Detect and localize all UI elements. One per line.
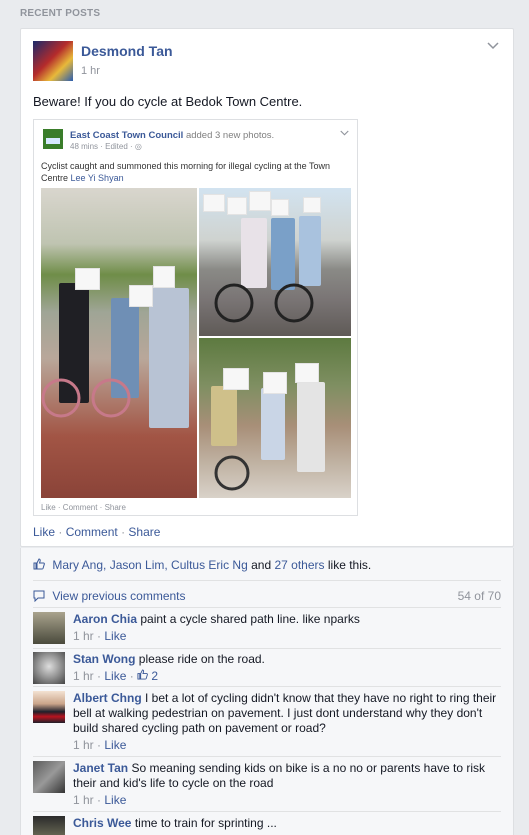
divider [33, 580, 501, 581]
commenter-avatar[interactable] [33, 652, 65, 684]
person-figure [297, 382, 325, 472]
commenter-name[interactable]: Aaron Chia [73, 612, 137, 626]
blurred-face [153, 266, 175, 288]
author-avatar[interactable] [33, 41, 73, 81]
blurred-face [295, 363, 319, 383]
divider [33, 686, 501, 687]
comment-text: So meaning sending kids on bike is a no … [73, 761, 486, 790]
shared-meta: 48 mins · Edited · ◎ [70, 142, 142, 151]
blurred-face [129, 285, 153, 307]
shared-action: added 3 new photos. [185, 130, 275, 141]
bicycle [214, 455, 250, 491]
shared-header: East Coast Town Council added 3 new phot… [70, 130, 274, 141]
comment-body: Stan Wong please ride on the road. 1 hr … [73, 652, 503, 684]
blurred-face [271, 199, 289, 216]
like-link[interactable]: Like [33, 525, 55, 539]
commenter-avatar[interactable] [33, 761, 65, 793]
comment-bubble-icon [33, 590, 45, 603]
post-card: Desmond Tan 1 hr Beware! If you do cycle… [20, 28, 514, 547]
comment-body: Albert Chng I bet a lot of cycling didn'… [73, 691, 503, 753]
comment-time[interactable]: 1 hr [73, 629, 94, 643]
blurred-face [203, 194, 225, 212]
comment-count: 54 of 70 [457, 589, 501, 603]
comment-meta: 1 hr · Like · 2 [73, 669, 159, 683]
commenter-name[interactable]: Albert Chng [73, 691, 142, 705]
thumbs-up-icon [33, 558, 45, 570]
comment-time[interactable]: 1 hr [73, 793, 94, 807]
chevron-down-icon[interactable] [487, 39, 501, 53]
commenter-name[interactable]: Stan Wong [73, 652, 135, 666]
thumbs-up-icon [137, 669, 151, 683]
comment-time[interactable]: 1 hr [73, 669, 94, 683]
comment-like-link[interactable]: Like [104, 669, 126, 683]
comment-meta: 1 hr · Like [73, 629, 127, 643]
bicycle [41, 378, 131, 418]
shared-post[interactable]: East Coast Town Council added 3 new phot… [33, 119, 358, 516]
comment-meta: 1 hr · Like [73, 738, 127, 752]
photo-1[interactable] [41, 188, 197, 498]
person-figure [261, 388, 285, 460]
comment-link[interactable]: Comment [66, 525, 118, 539]
comment-body: Janet Tan So meaning sending kids on bik… [73, 761, 503, 808]
section-header: RECENT POSTS [20, 8, 101, 19]
blurred-face [263, 372, 287, 394]
divider [33, 811, 501, 812]
blurred-face [223, 368, 249, 390]
post-actions: Like · Comment · Share [33, 525, 161, 539]
blurred-face [75, 268, 100, 290]
blurred-face [227, 197, 247, 215]
likes-others-link[interactable]: 27 others [274, 558, 324, 572]
author-name[interactable]: Desmond Tan [81, 43, 173, 59]
likes-summary: Mary Ang, Jason Lim, Cultus Eric Ng and … [33, 558, 371, 572]
view-previous-label[interactable]: View previous comments [52, 589, 185, 603]
likes-suffix: like this. [327, 558, 372, 572]
photo-2[interactable] [199, 188, 351, 336]
photo-3[interactable] [199, 338, 351, 498]
comment-text: paint a cycle shared path line. like npa… [140, 612, 360, 626]
blurred-face [303, 197, 321, 213]
comment-time[interactable]: 1 hr [73, 738, 94, 752]
divider [33, 756, 501, 757]
comment-like-link[interactable]: Like [104, 738, 126, 752]
likers-names[interactable]: Mary Ang, Jason Lim, Cultus Eric Ng [52, 558, 247, 572]
commenter-avatar[interactable] [33, 691, 65, 723]
comment-meta: 1 hr · Like [73, 793, 127, 807]
commenter-avatar[interactable] [33, 816, 65, 835]
view-previous-comments[interactable]: View previous comments [33, 589, 186, 603]
shared-chevron-icon [340, 128, 349, 139]
shared-caption: Cyclist caught and summoned this morning… [41, 160, 351, 184]
post-text: Beware! If you do cycle at Bedok Town Ce… [33, 94, 303, 109]
comment-like-link[interactable]: Like [104, 793, 126, 807]
divider [33, 607, 501, 608]
bicycle [214, 283, 314, 323]
person-figure [149, 288, 189, 428]
commenter-avatar[interactable] [33, 612, 65, 644]
blurred-face [249, 191, 271, 211]
comment-body: Chris Wee time to train for sprinting ..… [73, 816, 503, 831]
comment-like-link[interactable]: Like [104, 629, 126, 643]
shared-actions[interactable]: Like · Comment · Share [41, 503, 126, 512]
shared-tag[interactable]: Lee Yi Shyan [71, 173, 124, 183]
comment-like-count[interactable]: 2 [151, 669, 158, 683]
feedback-box: Mary Ang, Jason Lim, Cultus Eric Ng and … [20, 548, 514, 835]
likes-and: and [251, 558, 272, 572]
share-link[interactable]: Share [128, 525, 160, 539]
divider [33, 648, 501, 649]
page-logo[interactable] [43, 129, 63, 149]
post-timestamp[interactable]: 1 hr [81, 65, 100, 77]
comment-text: please ride on the road. [138, 652, 265, 666]
shared-page-name[interactable]: East Coast Town Council [70, 130, 183, 141]
commenter-name[interactable]: Janet Tan [73, 761, 128, 775]
commenter-name[interactable]: Chris Wee [73, 816, 131, 830]
comment-body: Aaron Chia paint a cycle shared path lin… [73, 612, 503, 644]
comment-text: time to train for sprinting ... [134, 816, 277, 830]
